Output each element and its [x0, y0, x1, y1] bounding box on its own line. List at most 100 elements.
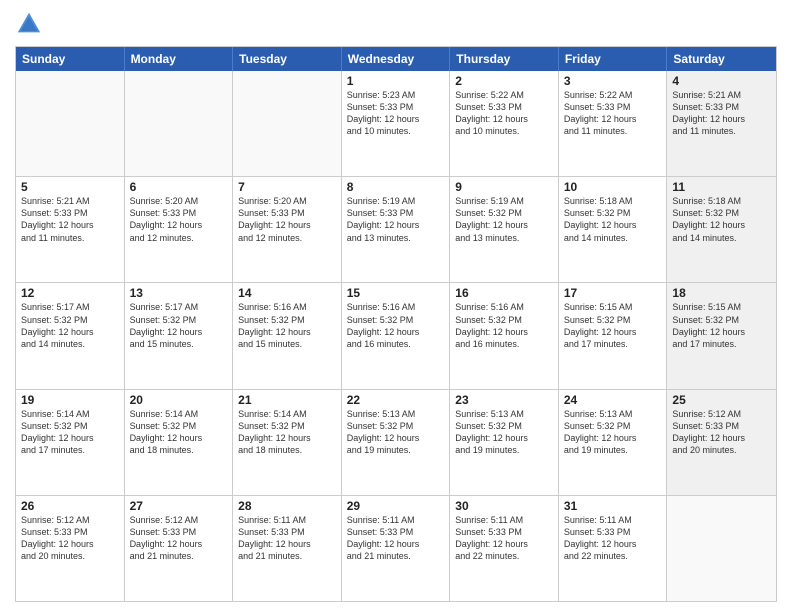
logo [15, 10, 47, 38]
day-info: Sunrise: 5:16 AM Sunset: 5:32 PM Dayligh… [347, 301, 445, 350]
day-number: 31 [564, 499, 662, 513]
day-number: 23 [455, 393, 553, 407]
weeks: 1Sunrise: 5:23 AM Sunset: 5:33 PM Daylig… [16, 71, 776, 601]
day-cell: 16Sunrise: 5:16 AM Sunset: 5:32 PM Dayli… [450, 283, 559, 388]
day-info: Sunrise: 5:16 AM Sunset: 5:32 PM Dayligh… [455, 301, 553, 350]
day-number: 25 [672, 393, 771, 407]
day-cell: 18Sunrise: 5:15 AM Sunset: 5:32 PM Dayli… [667, 283, 776, 388]
day-cell: 10Sunrise: 5:18 AM Sunset: 5:32 PM Dayli… [559, 177, 668, 282]
day-cell: 21Sunrise: 5:14 AM Sunset: 5:32 PM Dayli… [233, 390, 342, 495]
day-info: Sunrise: 5:19 AM Sunset: 5:33 PM Dayligh… [347, 195, 445, 244]
day-headers: SundayMondayTuesdayWednesdayThursdayFrid… [16, 47, 776, 71]
day-header-friday: Friday [559, 47, 668, 71]
day-number: 1 [347, 74, 445, 88]
day-header-saturday: Saturday [667, 47, 776, 71]
day-cell: 15Sunrise: 5:16 AM Sunset: 5:32 PM Dayli… [342, 283, 451, 388]
day-number: 21 [238, 393, 336, 407]
day-cell: 8Sunrise: 5:19 AM Sunset: 5:33 PM Daylig… [342, 177, 451, 282]
day-header-tuesday: Tuesday [233, 47, 342, 71]
day-cell: 23Sunrise: 5:13 AM Sunset: 5:32 PM Dayli… [450, 390, 559, 495]
day-cell [16, 71, 125, 176]
day-cell: 11Sunrise: 5:18 AM Sunset: 5:32 PM Dayli… [667, 177, 776, 282]
week-row: 26Sunrise: 5:12 AM Sunset: 5:33 PM Dayli… [16, 495, 776, 601]
day-number: 24 [564, 393, 662, 407]
day-info: Sunrise: 5:18 AM Sunset: 5:32 PM Dayligh… [564, 195, 662, 244]
day-number: 18 [672, 286, 771, 300]
day-number: 8 [347, 180, 445, 194]
day-cell: 28Sunrise: 5:11 AM Sunset: 5:33 PM Dayli… [233, 496, 342, 601]
day-info: Sunrise: 5:22 AM Sunset: 5:33 PM Dayligh… [455, 89, 553, 138]
week-row: 12Sunrise: 5:17 AM Sunset: 5:32 PM Dayli… [16, 282, 776, 388]
day-number: 17 [564, 286, 662, 300]
day-number: 16 [455, 286, 553, 300]
day-info: Sunrise: 5:11 AM Sunset: 5:33 PM Dayligh… [238, 514, 336, 563]
day-number: 7 [238, 180, 336, 194]
day-cell: 14Sunrise: 5:16 AM Sunset: 5:32 PM Dayli… [233, 283, 342, 388]
day-number: 2 [455, 74, 553, 88]
day-header-wednesday: Wednesday [342, 47, 451, 71]
page-container: SundayMondayTuesdayWednesdayThursdayFrid… [0, 0, 792, 612]
day-number: 22 [347, 393, 445, 407]
day-info: Sunrise: 5:11 AM Sunset: 5:33 PM Dayligh… [347, 514, 445, 563]
day-header-thursday: Thursday [450, 47, 559, 71]
day-number: 9 [455, 180, 553, 194]
day-cell: 13Sunrise: 5:17 AM Sunset: 5:32 PM Dayli… [125, 283, 234, 388]
day-info: Sunrise: 5:13 AM Sunset: 5:32 PM Dayligh… [347, 408, 445, 457]
day-info: Sunrise: 5:15 AM Sunset: 5:32 PM Dayligh… [564, 301, 662, 350]
day-cell: 1Sunrise: 5:23 AM Sunset: 5:33 PM Daylig… [342, 71, 451, 176]
week-row: 19Sunrise: 5:14 AM Sunset: 5:32 PM Dayli… [16, 389, 776, 495]
day-info: Sunrise: 5:20 AM Sunset: 5:33 PM Dayligh… [238, 195, 336, 244]
day-cell: 12Sunrise: 5:17 AM Sunset: 5:32 PM Dayli… [16, 283, 125, 388]
day-cell: 2Sunrise: 5:22 AM Sunset: 5:33 PM Daylig… [450, 71, 559, 176]
day-info: Sunrise: 5:14 AM Sunset: 5:32 PM Dayligh… [21, 408, 119, 457]
day-info: Sunrise: 5:12 AM Sunset: 5:33 PM Dayligh… [130, 514, 228, 563]
day-info: Sunrise: 5:21 AM Sunset: 5:33 PM Dayligh… [672, 89, 771, 138]
day-number: 3 [564, 74, 662, 88]
day-number: 10 [564, 180, 662, 194]
day-header-sunday: Sunday [16, 47, 125, 71]
day-number: 30 [455, 499, 553, 513]
day-info: Sunrise: 5:13 AM Sunset: 5:32 PM Dayligh… [455, 408, 553, 457]
day-info: Sunrise: 5:18 AM Sunset: 5:32 PM Dayligh… [672, 195, 771, 244]
day-info: Sunrise: 5:21 AM Sunset: 5:33 PM Dayligh… [21, 195, 119, 244]
day-cell: 5Sunrise: 5:21 AM Sunset: 5:33 PM Daylig… [16, 177, 125, 282]
day-header-monday: Monday [125, 47, 234, 71]
day-cell: 7Sunrise: 5:20 AM Sunset: 5:33 PM Daylig… [233, 177, 342, 282]
day-cell: 30Sunrise: 5:11 AM Sunset: 5:33 PM Dayli… [450, 496, 559, 601]
day-info: Sunrise: 5:20 AM Sunset: 5:33 PM Dayligh… [130, 195, 228, 244]
day-number: 12 [21, 286, 119, 300]
day-number: 29 [347, 499, 445, 513]
day-cell: 19Sunrise: 5:14 AM Sunset: 5:32 PM Dayli… [16, 390, 125, 495]
day-cell [125, 71, 234, 176]
day-number: 28 [238, 499, 336, 513]
day-info: Sunrise: 5:12 AM Sunset: 5:33 PM Dayligh… [21, 514, 119, 563]
day-info: Sunrise: 5:14 AM Sunset: 5:32 PM Dayligh… [130, 408, 228, 457]
day-info: Sunrise: 5:17 AM Sunset: 5:32 PM Dayligh… [21, 301, 119, 350]
day-number: 27 [130, 499, 228, 513]
day-number: 20 [130, 393, 228, 407]
day-cell: 25Sunrise: 5:12 AM Sunset: 5:33 PM Dayli… [667, 390, 776, 495]
day-info: Sunrise: 5:23 AM Sunset: 5:33 PM Dayligh… [347, 89, 445, 138]
day-info: Sunrise: 5:13 AM Sunset: 5:32 PM Dayligh… [564, 408, 662, 457]
day-cell: 6Sunrise: 5:20 AM Sunset: 5:33 PM Daylig… [125, 177, 234, 282]
day-info: Sunrise: 5:17 AM Sunset: 5:32 PM Dayligh… [130, 301, 228, 350]
logo-icon [15, 10, 43, 38]
day-cell: 3Sunrise: 5:22 AM Sunset: 5:33 PM Daylig… [559, 71, 668, 176]
day-info: Sunrise: 5:19 AM Sunset: 5:32 PM Dayligh… [455, 195, 553, 244]
day-info: Sunrise: 5:12 AM Sunset: 5:33 PM Dayligh… [672, 408, 771, 457]
day-cell [667, 496, 776, 601]
header [15, 10, 777, 38]
day-cell: 27Sunrise: 5:12 AM Sunset: 5:33 PM Dayli… [125, 496, 234, 601]
day-cell: 24Sunrise: 5:13 AM Sunset: 5:32 PM Dayli… [559, 390, 668, 495]
day-cell: 26Sunrise: 5:12 AM Sunset: 5:33 PM Dayli… [16, 496, 125, 601]
day-cell: 4Sunrise: 5:21 AM Sunset: 5:33 PM Daylig… [667, 71, 776, 176]
day-cell: 22Sunrise: 5:13 AM Sunset: 5:32 PM Dayli… [342, 390, 451, 495]
week-row: 1Sunrise: 5:23 AM Sunset: 5:33 PM Daylig… [16, 71, 776, 176]
day-number: 6 [130, 180, 228, 194]
day-cell: 17Sunrise: 5:15 AM Sunset: 5:32 PM Dayli… [559, 283, 668, 388]
day-number: 13 [130, 286, 228, 300]
day-info: Sunrise: 5:14 AM Sunset: 5:32 PM Dayligh… [238, 408, 336, 457]
day-number: 11 [672, 180, 771, 194]
day-info: Sunrise: 5:11 AM Sunset: 5:33 PM Dayligh… [455, 514, 553, 563]
day-info: Sunrise: 5:11 AM Sunset: 5:33 PM Dayligh… [564, 514, 662, 563]
